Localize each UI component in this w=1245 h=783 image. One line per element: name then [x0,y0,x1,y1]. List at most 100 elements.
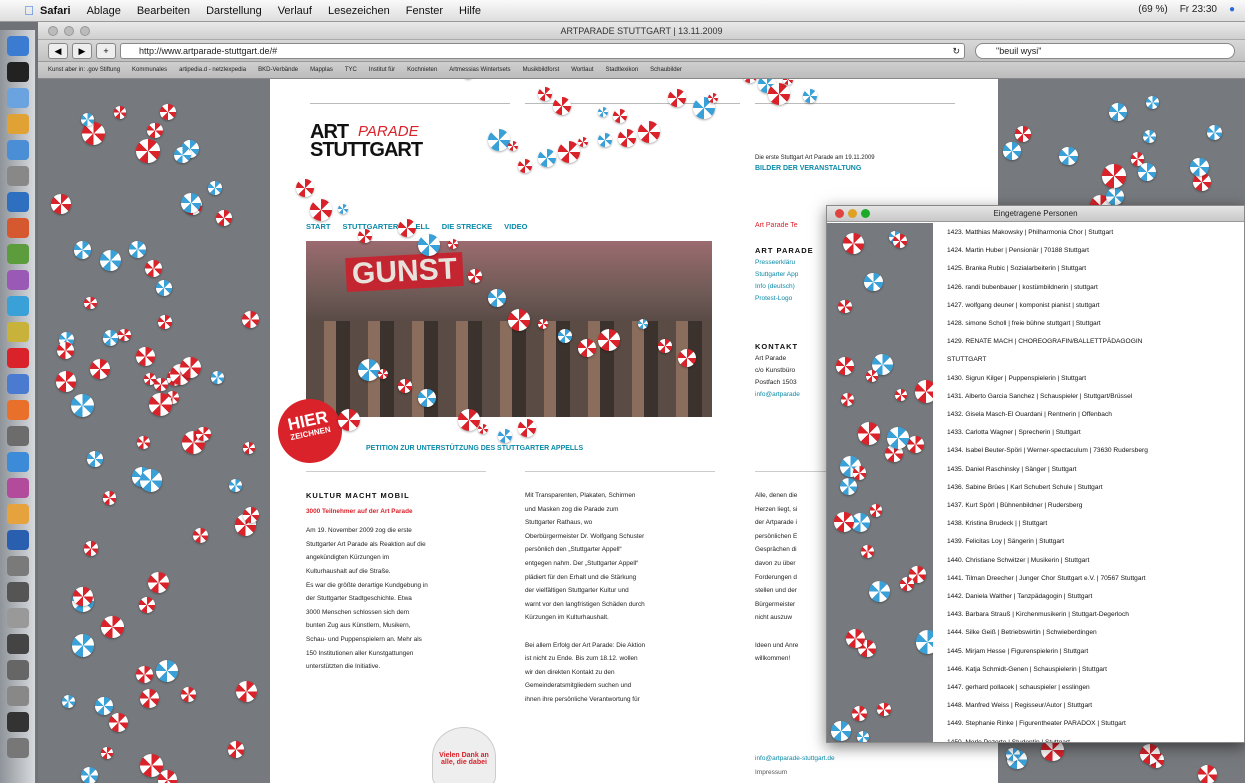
close-button[interactable] [835,209,844,218]
dock-app-icon[interactable] [7,686,29,706]
candy-red-icon [458,409,480,431]
spotlight-icon[interactable]: ● [1229,4,1235,15]
nav-video[interactable]: VIDEO [504,222,527,231]
contact-email-link[interactable]: info@artparade [755,389,800,401]
menu-item-lesezeichen[interactable]: Lesezeichen [328,5,390,17]
address-bar[interactable]: http://www.artparade-stuttgart.de/# ↻ [120,42,965,59]
apple-menu-icon[interactable]:  [18,3,40,18]
candy-red-icon [242,441,256,455]
bookmark-item[interactable]: Mapplas [310,67,333,73]
menu-item-ablage[interactable]: Ablage [87,5,121,17]
bookmark-item[interactable]: BKD-Verbände [258,67,298,73]
pictures-link[interactable]: BILDER DER VERANSTALTUNG [755,165,861,172]
dock-app-icon[interactable] [7,348,29,368]
candy-red-icon [857,422,881,445]
candy-red-icon [840,392,855,406]
bookmark-item[interactable]: Schaubilder [650,67,682,73]
menu-item-fenster[interactable]: Fenster [406,5,443,17]
candy-blue-icon [916,630,933,654]
dock-app-icon[interactable] [7,400,29,420]
bookmark-item[interactable]: Artmessias Wintertsets [449,67,510,73]
people-window-titlebar[interactable]: Eingetragene Personen [827,206,1244,222]
window-titlebar[interactable]: ARTPARADE STUTTGART | 13.11.2009 [38,22,1245,40]
zoom-button[interactable] [80,26,90,36]
minimize-button[interactable] [848,209,857,218]
dock-app-icon[interactable] [7,322,29,342]
sidebar-link[interactable]: Protest-Logo [755,293,814,305]
art-parade-termine-link[interactable]: Art Parade Te [755,222,798,229]
dock-app-icon[interactable] [7,244,29,264]
person-entry: 1430. Sigrun Kilger | Puppenspielerin | … [947,374,1087,382]
dock-app-icon[interactable] [7,140,29,160]
back-button[interactable]: ◀ [48,42,68,59]
add-bookmark-button[interactable]: + [96,42,116,59]
bookmark-item[interactable]: artipedia.d - netzlexpedia [179,67,246,73]
zoom-button[interactable] [861,209,870,218]
article-line: Forderungen d [755,573,797,581]
artparade-logo[interactable]: ART PARADE STUTTGART [310,122,423,179]
reload-icon[interactable]: ↻ [952,44,960,58]
dock-app-icon[interactable] [7,270,29,290]
candy-red-icon [147,122,163,139]
dock-app-icon[interactable] [7,556,29,576]
candy-blue-icon [208,181,223,196]
dock-app-icon[interactable] [7,218,29,238]
dock-app-icon[interactable] [7,608,29,628]
dock-app-icon[interactable] [7,738,29,758]
menu-item-darstellung[interactable]: Darstellung [206,5,262,17]
candy-blue-icon [831,721,851,741]
menu-app-name[interactable]: Safari [40,5,71,17]
sidebar-link[interactable]: Info (deutsch) [755,281,814,293]
bookmark-item[interactable]: Kunst aber in: .gov Stiftung [48,67,120,73]
bookmark-item[interactable]: TYC [345,67,357,73]
search-field[interactable]: "beuil wysi" [975,42,1235,59]
bookmark-item[interactable]: Stadtlexikon [605,67,638,73]
people-list[interactable]: 1423. Matthias Makowsky | Philharmonia C… [935,223,1244,742]
dock-app-icon[interactable] [7,114,29,134]
menu-item-hilfe[interactable]: Hilfe [459,5,481,17]
dock-app-icon[interactable] [7,582,29,602]
dock-app-icon[interactable] [7,530,29,550]
candy-blue-icon [61,694,75,708]
dock-app-icon[interactable] [7,504,29,524]
footer-email-link[interactable]: info@artparade-stuttgart.de [755,755,835,762]
nav-appell[interactable]: STUTTGARTER APPELL [342,222,429,231]
dock-app-icon[interactable] [7,88,29,108]
dock-app-icon[interactable] [7,166,29,186]
forward-button[interactable]: ▶ [72,42,92,59]
imprint-link[interactable]: Impressum [755,769,787,776]
dock-app-icon[interactable] [7,374,29,394]
dock-app-icon[interactable] [7,426,29,446]
battery-status[interactable]: (69 %) [1138,4,1167,15]
clock[interactable]: Fr 23:30 [1180,4,1217,15]
menu-item-bearbeiten[interactable]: Bearbeiten [137,5,190,17]
article-line: Kürzungen im Kulturhaushalt. [525,614,609,622]
person-entry: 1431. Alberto Garcia Sanchez | Schauspie… [947,392,1133,400]
dock-app-icon[interactable] [7,192,29,212]
dock-app-icon[interactable] [7,660,29,680]
nav-start[interactable]: START [306,222,330,231]
article-heading: KULTUR MACHT MOBIL [306,491,410,500]
sidebar-link[interactable]: Presseerkläru [755,257,814,269]
candy-red-icon [598,329,620,351]
menu-item-verlauf[interactable]: Verlauf [278,5,312,17]
bookmark-item[interactable]: Institut für [369,67,395,73]
petition-link[interactable]: PETITION ZUR UNTERSTÜTZUNG DES STUTTGART… [366,445,583,452]
dock-app-icon[interactable] [7,478,29,498]
bookmark-item[interactable]: Kommunales [132,67,167,73]
candy-red-icon [448,239,458,249]
bookmark-item[interactable]: Wortlaut [571,67,593,73]
menu-bar:  Safari Ablage Bearbeiten Darstellung V… [0,0,1245,22]
dock-app-icon[interactable] [7,634,29,654]
minimize-button[interactable] [64,26,74,36]
dock-app-icon[interactable] [7,296,29,316]
sidebar-link[interactable]: Stuttgarter App [755,269,814,281]
nav-strecke[interactable]: DIE STRECKE [442,222,492,231]
dock-app-icon[interactable] [7,36,29,56]
dock-app-icon[interactable] [7,452,29,472]
dock-app-icon[interactable] [7,62,29,82]
bookmark-item[interactable]: Musikbildforst [523,67,560,73]
dock-app-icon[interactable] [7,712,29,732]
bookmark-item[interactable]: Kochnieten [407,67,437,73]
close-button[interactable] [48,26,58,36]
